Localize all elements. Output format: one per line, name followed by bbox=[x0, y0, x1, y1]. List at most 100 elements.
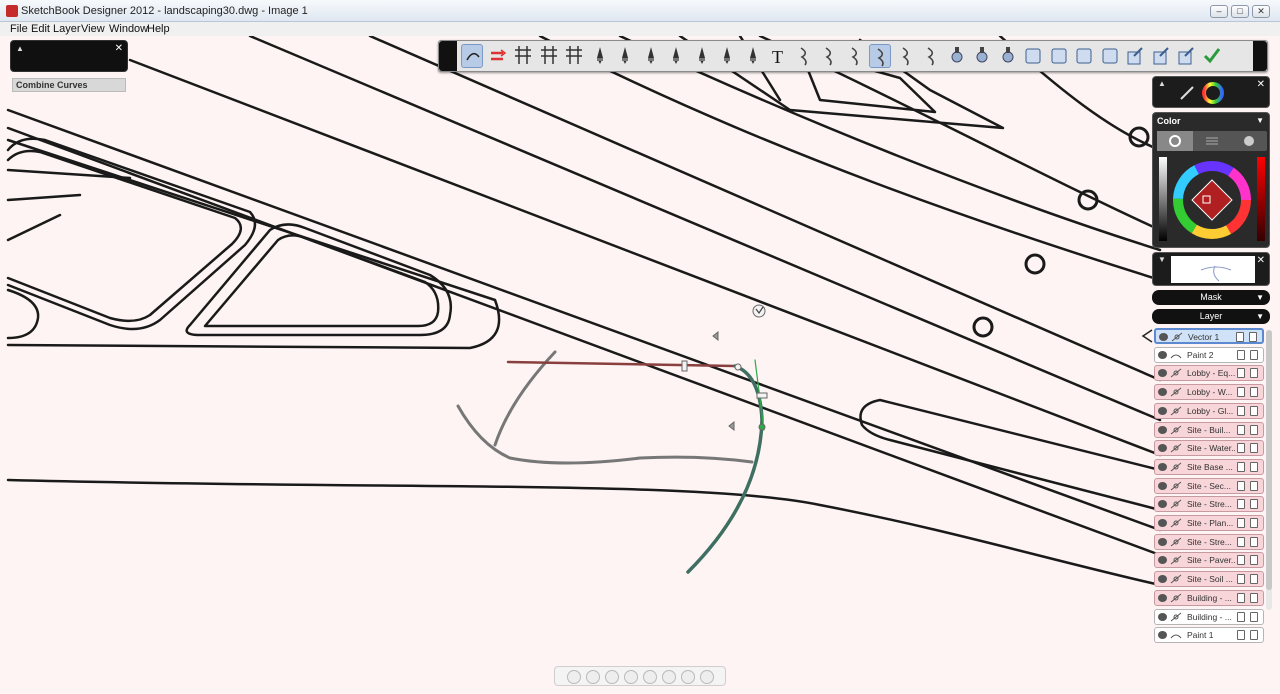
lock-icon[interactable] bbox=[1250, 443, 1258, 454]
lock-icon[interactable] bbox=[1237, 349, 1245, 360]
layer-row[interactable]: Lobby - W... bbox=[1154, 384, 1264, 401]
lock-icon[interactable] bbox=[1236, 332, 1244, 342]
color-wheel[interactable] bbox=[1157, 155, 1267, 245]
color-wheel-icon[interactable] bbox=[1201, 81, 1225, 105]
lock-icon[interactable] bbox=[1237, 405, 1245, 416]
menu-help[interactable]: Help bbox=[147, 23, 170, 35]
pencil-icon[interactable] bbox=[589, 44, 611, 68]
mask-dropdown[interactable]: Mask ▼ bbox=[1152, 290, 1270, 305]
pin-icon[interactable]: ▲ bbox=[1158, 79, 1166, 88]
ballpoint-pen-icon[interactable] bbox=[614, 44, 636, 68]
fine-pen-icon[interactable] bbox=[640, 44, 662, 68]
eye-icon[interactable] bbox=[1158, 425, 1167, 434]
flip-icon[interactable] bbox=[700, 670, 714, 684]
lock-icon[interactable] bbox=[1250, 349, 1258, 360]
menu-layer[interactable]: Layer bbox=[53, 23, 81, 35]
eye-icon[interactable] bbox=[1158, 406, 1167, 415]
brush-icon[interactable] bbox=[1177, 83, 1197, 103]
transform-1-icon[interactable] bbox=[1124, 44, 1146, 68]
pan-icon[interactable] bbox=[643, 670, 657, 684]
home-icon[interactable] bbox=[586, 670, 600, 684]
layer-row[interactable]: Site - Stre... bbox=[1154, 533, 1264, 550]
lock-icon[interactable] bbox=[1237, 518, 1245, 528]
layer-row[interactable]: Lobby - Gl... bbox=[1154, 402, 1264, 419]
color-swatch-tab[interactable] bbox=[1231, 131, 1267, 151]
trim-extend-icon[interactable] bbox=[538, 44, 560, 68]
lock-icon[interactable] bbox=[1250, 387, 1258, 398]
curve-6-icon[interactable] bbox=[920, 44, 942, 68]
menu-window[interactable]: Window bbox=[109, 23, 148, 35]
airbrush-icon[interactable] bbox=[742, 44, 764, 68]
layer-row[interactable]: Lobby - Eq... bbox=[1154, 365, 1264, 382]
lock-icon[interactable] bbox=[1250, 480, 1258, 491]
lock-icon[interactable] bbox=[1250, 630, 1258, 641]
eye-icon[interactable] bbox=[1158, 519, 1167, 527]
minimize-button[interactable]: – bbox=[1210, 5, 1228, 18]
layer-row[interactable]: Paint 2 bbox=[1154, 346, 1264, 363]
lock-icon[interactable] bbox=[1237, 443, 1245, 454]
brush-icon[interactable] bbox=[716, 44, 738, 68]
eye-icon[interactable] bbox=[1158, 388, 1167, 397]
close-button[interactable]: ✕ bbox=[1252, 5, 1270, 18]
layer-row[interactable]: Site - Water... bbox=[1154, 440, 1264, 457]
text-icon[interactable]: T bbox=[767, 44, 789, 68]
zoom-out-icon[interactable] bbox=[624, 670, 638, 684]
layer-row[interactable]: Paint 1 bbox=[1154, 627, 1264, 644]
fit-icon[interactable] bbox=[681, 670, 695, 684]
zoom-in-icon[interactable] bbox=[605, 670, 619, 684]
color-sliders-tab[interactable] bbox=[1194, 131, 1230, 151]
lock-icon[interactable] bbox=[1250, 592, 1258, 603]
chisel-marker-icon[interactable] bbox=[691, 44, 713, 68]
eye-icon[interactable] bbox=[1158, 556, 1167, 565]
menu-view[interactable]: View bbox=[81, 23, 105, 35]
eye-icon[interactable] bbox=[1158, 481, 1167, 490]
eye-icon[interactable] bbox=[1158, 462, 1167, 471]
close-icon[interactable]: ✕ bbox=[1257, 255, 1265, 266]
lock-icon[interactable] bbox=[1237, 630, 1245, 641]
reverse-curve-icon[interactable] bbox=[487, 44, 509, 68]
lock-icon[interactable] bbox=[1250, 536, 1258, 547]
layer-row[interactable]: Site Base ... bbox=[1154, 458, 1264, 475]
curve-2-icon[interactable] bbox=[818, 44, 840, 68]
lock-icon[interactable] bbox=[1250, 461, 1258, 472]
lasso-icon[interactable] bbox=[567, 670, 581, 684]
layer-row[interactable]: Site - Sec... bbox=[1154, 477, 1264, 494]
layer-row[interactable]: Site - Buil... bbox=[1154, 421, 1264, 438]
shape-3-icon[interactable] bbox=[1073, 44, 1095, 68]
eye-icon[interactable] bbox=[1158, 575, 1167, 584]
lock-icon[interactable] bbox=[1250, 518, 1258, 528]
layer-row[interactable]: Site - Soil ... bbox=[1154, 571, 1264, 588]
lock-icon[interactable] bbox=[1237, 424, 1245, 435]
lock-icon[interactable] bbox=[1237, 461, 1245, 472]
lock-icon[interactable] bbox=[1237, 499, 1245, 510]
layer-row[interactable]: Site - Stre... bbox=[1154, 496, 1264, 513]
chevron-down-icon[interactable]: ▼ bbox=[1256, 116, 1264, 125]
layer-row[interactable]: Site - Paver... bbox=[1154, 552, 1264, 569]
curve-5-icon[interactable] bbox=[895, 44, 917, 68]
transform-2-icon[interactable] bbox=[1150, 44, 1172, 68]
layer-row[interactable]: Building - ... bbox=[1154, 608, 1264, 625]
eye-icon[interactable] bbox=[1158, 369, 1167, 378]
stamp-2-icon[interactable] bbox=[971, 44, 993, 68]
lock-icon[interactable] bbox=[1250, 368, 1258, 379]
lock-icon[interactable] bbox=[1237, 368, 1245, 379]
eye-icon[interactable] bbox=[1158, 350, 1167, 359]
close-icon[interactable]: ✕ bbox=[1257, 79, 1265, 90]
layer-row[interactable]: Building - ... bbox=[1154, 589, 1264, 606]
color-wheel-tab[interactable] bbox=[1157, 131, 1193, 151]
lock-icon[interactable] bbox=[1237, 611, 1245, 622]
maximize-button[interactable]: □ bbox=[1231, 5, 1249, 18]
lock-icon[interactable] bbox=[1250, 424, 1258, 435]
eye-icon[interactable] bbox=[1158, 593, 1167, 602]
lock-icon[interactable] bbox=[1250, 611, 1258, 622]
eye-icon[interactable] bbox=[1158, 612, 1167, 621]
curve-4-icon[interactable] bbox=[869, 44, 891, 68]
lock-icon[interactable] bbox=[1237, 574, 1245, 585]
lock-icon[interactable] bbox=[1237, 536, 1245, 547]
curve-1-icon[interactable] bbox=[793, 44, 815, 68]
marker-icon[interactable] bbox=[665, 44, 687, 68]
lock-icon[interactable] bbox=[1249, 332, 1257, 342]
transform-3-icon[interactable] bbox=[1175, 44, 1197, 68]
collapse-icon[interactable]: ▼ bbox=[1158, 255, 1166, 264]
menu-file[interactable]: File bbox=[10, 23, 28, 35]
